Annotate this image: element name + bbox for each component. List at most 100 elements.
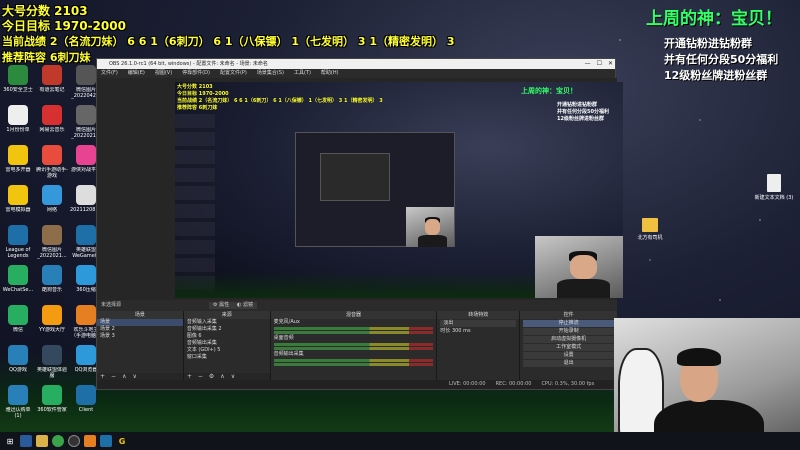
properties-button[interactable]: ⚙ 属性: [209, 302, 234, 309]
desktop-icon[interactable]: 雅迅认购单(1): [2, 385, 34, 419]
desktop-icon-label: 酷狗音乐: [41, 287, 62, 293]
doc-icon: [8, 385, 28, 405]
g-app-icon[interactable]: G: [116, 435, 128, 447]
desktop-icon[interactable]: 有道云笔记: [36, 65, 68, 99]
menu-item[interactable]: 编辑(E): [128, 69, 145, 78]
obs-preview-area[interactable]: 大号分数 2103 今日目标 1970-2000 当前战绩 2（名流刀妹） 6 …: [97, 78, 623, 300]
desktop-icon[interactable]: WeChatSe...: [2, 265, 34, 299]
folder-icon[interactable]: [36, 435, 48, 447]
browser-icon[interactable]: [52, 435, 64, 447]
phone-icon: [8, 145, 28, 165]
preview-desktop-icons: [175, 114, 215, 294]
wechat-icon: [8, 305, 28, 325]
doc-icon: [8, 105, 28, 125]
overlay-promo-2: 并有任何分段50分福利: [664, 53, 779, 66]
file-explorer-icon[interactable]: [20, 435, 32, 447]
menu-item[interactable]: 工具(T): [294, 69, 311, 78]
scene-item[interactable]: 场景: [97, 319, 183, 326]
obs-window[interactable]: OBS 26.1.0-rc1 (64 bit, windows) - 配置文件:…: [96, 58, 623, 390]
preview-webcam: [535, 236, 623, 298]
desktop-icon[interactable]: 酷狗音乐: [36, 265, 68, 299]
control-button[interactable]: 开始录制: [523, 328, 614, 335]
desktop-icon[interactable]: 腾讯手游助手-游戏: [36, 145, 68, 179]
volume-slider[interactable]: [273, 363, 434, 366]
volume-meter[interactable]: [273, 359, 434, 362]
desktop-icon[interactable]: 1月份份单: [2, 105, 34, 139]
desktop-icon-folder[interactable]: 北方有司机: [628, 218, 672, 241]
controls-dock-title: 控件: [520, 311, 617, 319]
desktop-icon-text-doc[interactable]: 新建文本文档 (3): [752, 174, 796, 201]
lol-icon: [76, 225, 96, 245]
control-button[interactable]: 工作室模式: [523, 344, 614, 351]
desktop-icon-label: 腾讯手游助手-游戏: [36, 167, 68, 179]
menu-item[interactable]: 场景集合(S): [257, 69, 284, 78]
desktop-icon[interactable]: 360安全卫士: [2, 65, 34, 99]
obs-titlebar[interactable]: OBS 26.1.0-rc1 (64 bit, windows) - 配置文件:…: [97, 59, 615, 69]
scene-item[interactable]: 场景 2: [97, 326, 183, 333]
menu-item[interactable]: 文件(F): [101, 69, 118, 78]
transition-duration[interactable]: 时长 300 ms: [437, 328, 519, 335]
menu-item[interactable]: 配置文件(P): [220, 69, 247, 78]
desktop-icon[interactable]: 雷电多开器: [2, 145, 34, 179]
desktop-icon[interactable]: Client: [70, 385, 102, 419]
minimize-icon[interactable]: —: [585, 59, 591, 69]
shield-icon: [8, 65, 28, 85]
control-button[interactable]: 退出: [523, 360, 614, 367]
menu-item[interactable]: 视图(V): [155, 69, 172, 78]
image-icon: [76, 65, 96, 85]
desktop-icon[interactable]: 雷电模拟器: [2, 185, 34, 219]
volume-slider[interactable]: [273, 347, 434, 350]
filters-button[interactable]: ◐ 滤镜: [233, 302, 257, 309]
mixer-channels: 麦克风/Aux 桌面音频 音频输出采集: [271, 319, 437, 366]
obs-taskbar-icon[interactable]: [68, 435, 80, 447]
game-icon[interactable]: [84, 435, 96, 447]
duration-label: 时长: [440, 328, 451, 334]
volume-meter[interactable]: [273, 327, 434, 330]
overlay-god-title: 上周的神：宝贝！: [646, 9, 782, 29]
overlay-target: 今日目标 1970-2000: [2, 19, 126, 33]
music-icon: [42, 265, 62, 285]
desktop-icon-label: 网络: [46, 207, 57, 213]
scene-item[interactable]: 场景 3: [97, 333, 183, 340]
control-button[interactable]: 停止推流: [523, 320, 614, 327]
desktop-icon-grid: 360安全卫士 有道云笔记 微信图片_2022042... 1月份份单 网易云音乐 微信图…: [0, 65, 102, 419]
desktop-icon[interactable]: 网络: [36, 185, 68, 219]
close-icon[interactable]: ✕: [608, 59, 613, 69]
control-button[interactable]: 设置: [523, 352, 614, 359]
menu-item[interactable]: 停靠部件(D): [182, 69, 210, 78]
desktop-icon-label: 360软件管家: [37, 407, 67, 413]
desktop-icon-label: League of Legends: [5, 247, 31, 259]
mixer-channel-label: 桌面音频: [273, 335, 294, 341]
mixer-channel-label: 音频输出采集: [273, 351, 304, 357]
obs-source-toolbar: 未选择源 ⚙ 属性 ◐ 滤镜: [97, 300, 617, 311]
desktop-icon[interactable]: QQ游戏: [2, 345, 34, 379]
transition-select[interactable]: 淡出: [440, 320, 517, 327]
preview-god-title: 上周的神：宝贝！: [521, 87, 577, 95]
obs-preview-canvas[interactable]: 大号分数 2103 今日目标 1970-2000 当前战绩 2（名流刀妹） 6 …: [175, 82, 623, 298]
desktop-icon[interactable]: 微信图片_2022021...: [36, 225, 68, 259]
source-item[interactable]: 音频输出采集 2: [184, 326, 270, 333]
desktop-icon[interactable]: 360软件管家: [36, 385, 68, 419]
sources-list: 音频输入采集 音频输出采集 2 图像 6 音频输出采集 文本 (GDI+) 5 窗口采集: [184, 319, 270, 361]
desktop-icon[interactable]: 网易云音乐: [36, 105, 68, 139]
menu-item[interactable]: 帮助(H): [321, 69, 339, 78]
properties-label: 属性: [219, 302, 230, 308]
source-item[interactable]: 音频输出采集: [184, 340, 270, 347]
lol-icon: [42, 345, 62, 365]
source-item[interactable]: 窗口采集: [184, 354, 270, 361]
qq-icon: [8, 345, 28, 365]
desktop-icon[interactable]: YY游戏大厅: [36, 305, 68, 339]
windows-start-icon[interactable]: ⊞: [4, 435, 16, 447]
transitions-dock: 转场特效 淡出 时长 300 ms: [437, 311, 520, 381]
desktop-icon[interactable]: 英雄联盟体验服: [36, 345, 68, 379]
source-item[interactable]: 文本 (GDI+) 5: [184, 347, 270, 354]
maximize-icon[interactable]: ☐: [597, 59, 602, 69]
source-item[interactable]: 音频输入采集: [184, 319, 270, 326]
lol-icon[interactable]: [100, 435, 112, 447]
volume-slider[interactable]: [273, 331, 434, 334]
volume-meter[interactable]: [273, 343, 434, 346]
desktop-icon[interactable]: League of Legends: [2, 225, 34, 259]
desktop-icon[interactable]: 微信: [2, 305, 34, 339]
control-button[interactable]: 启动虚拟摄像机: [523, 336, 614, 343]
source-item[interactable]: 图像 6: [184, 333, 270, 340]
